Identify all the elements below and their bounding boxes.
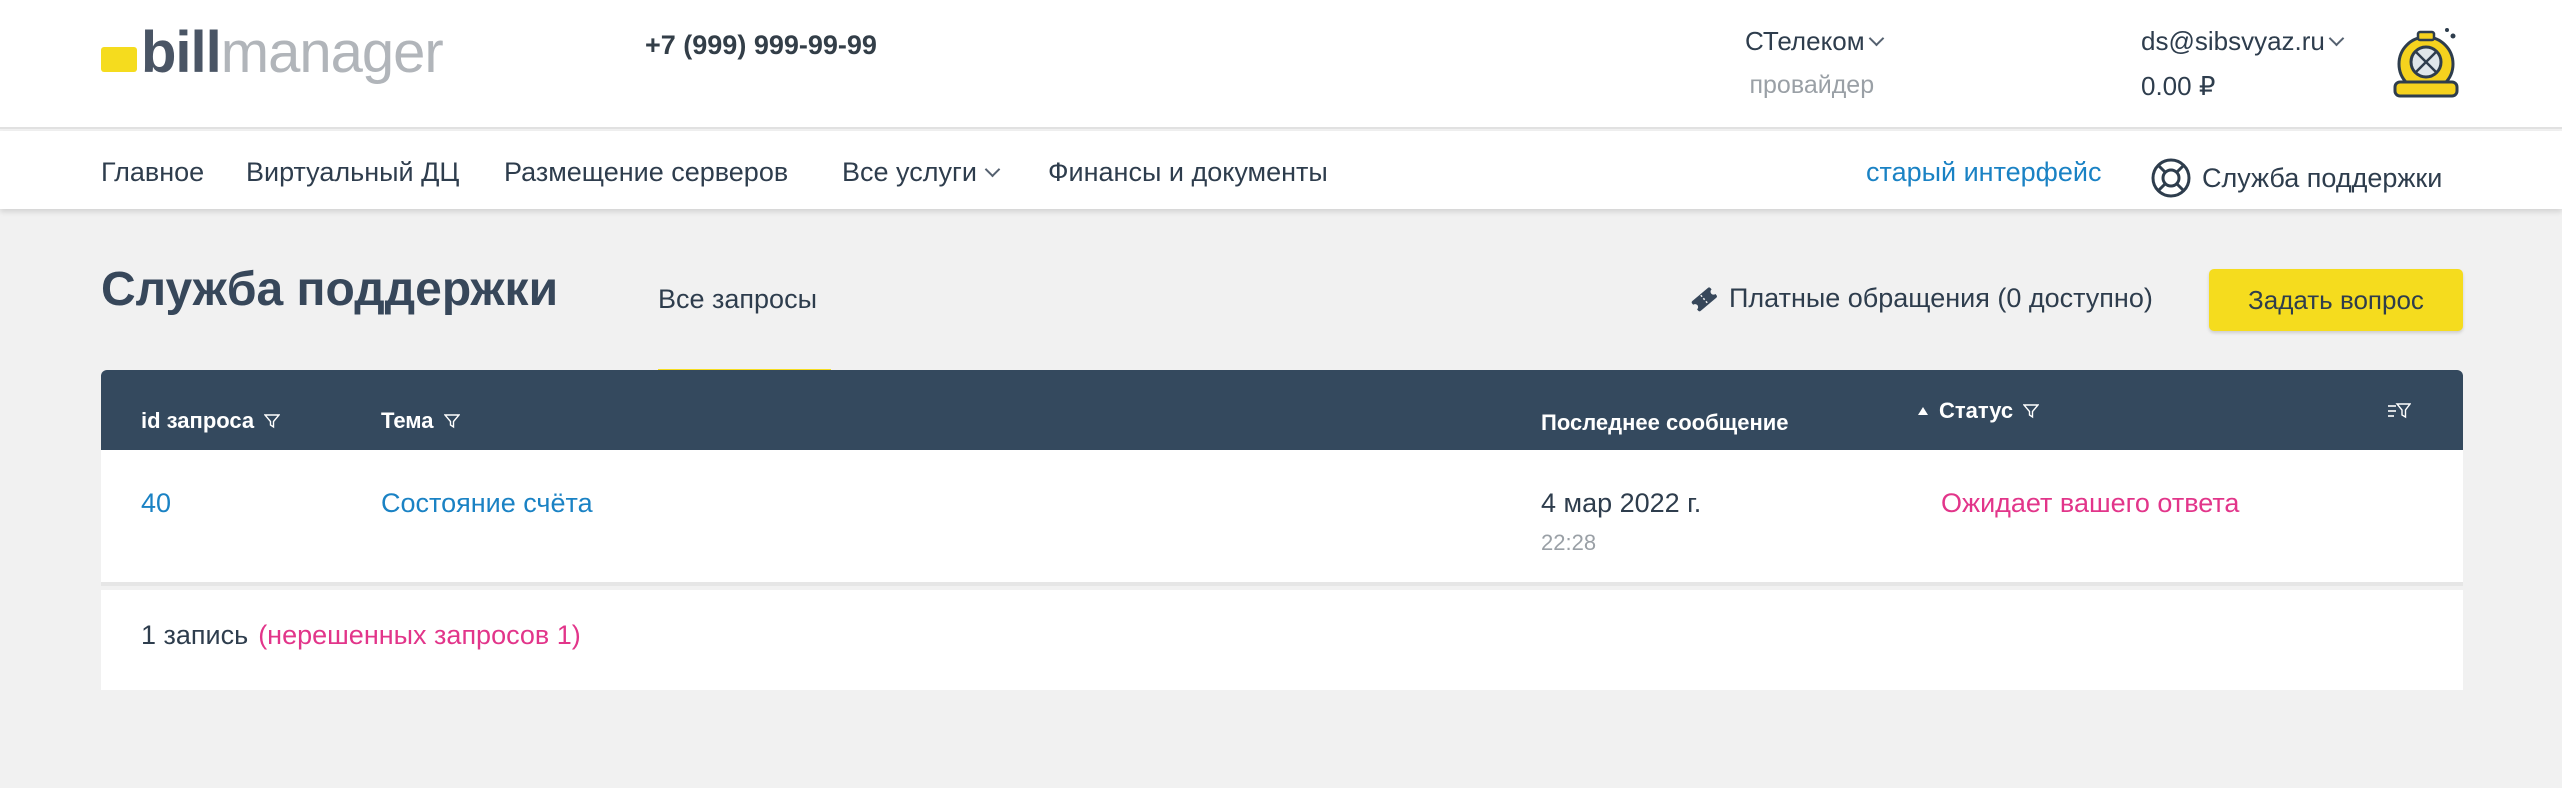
- diver-avatar-icon[interactable]: [2387, 24, 2465, 102]
- provider-selector[interactable]: СТелеком провайдер: [1745, 26, 1884, 100]
- nav-item-support[interactable]: Служба поддержки: [2150, 157, 2442, 199]
- nav-item-finance[interactable]: Финансы и документы: [1048, 157, 1328, 188]
- requests-table: id запроса Тема Последнее сообщение Стат…: [101, 370, 2463, 690]
- paid-requests-link[interactable]: Платные обращения (0 доступно): [1689, 283, 2153, 314]
- provider-subtitle: провайдер: [1749, 71, 1875, 99]
- chevron-down-icon: [1868, 30, 1884, 47]
- record-count: 1 запись (нерешенных запросов 1): [141, 620, 581, 651]
- ticket-icon: [1691, 287, 1717, 311]
- account-balance: 0.00 ₽: [2141, 71, 2216, 101]
- filter-icon[interactable]: [443, 413, 460, 429]
- column-header-id-label: id запроса: [141, 408, 255, 433]
- table-footer: 1 запись (нерешенных запросов 1): [101, 590, 2463, 690]
- page-title: Служба поддержки: [101, 263, 559, 316]
- tab-all-requests[interactable]: Все запросы: [658, 284, 817, 315]
- column-header-id[interactable]: id запроса: [141, 408, 281, 434]
- logo-text-bill: bill: [141, 19, 222, 85]
- chevron-down-icon: [2328, 30, 2345, 47]
- sort-ascending-icon: [1918, 407, 1928, 415]
- nav-item-all-services-label: Все услуги: [842, 157, 977, 187]
- last-message-date: 4 мар 2022 г.: [1541, 488, 1702, 518]
- nav-item-all-services[interactable]: Все услуги: [842, 157, 1001, 188]
- table-row[interactable]: 40 Состояние счёта 4 мар 2022 г. 22:28 О…: [101, 450, 2463, 586]
- account-email-row[interactable]: ds@sibsvyaz.ru: [2141, 26, 2345, 57]
- request-subject[interactable]: Состояние счёта: [381, 488, 593, 519]
- request-id[interactable]: 40: [141, 488, 171, 519]
- main-navigation: Главное Виртуальный ДЦ Размещение сервер…: [0, 131, 2562, 209]
- chevron-down-icon: [984, 161, 1001, 178]
- top-header: bill manager +7 (999) 999-99-99 СТелеком…: [0, 0, 2562, 129]
- nav-item-home[interactable]: Главное: [101, 157, 204, 188]
- nav-item-virtual-dc[interactable]: Виртуальный ДЦ: [246, 157, 459, 188]
- billmanager-logo[interactable]: bill manager: [101, 20, 444, 85]
- paid-requests-label: Платные обращения (0 доступно): [1729, 283, 2153, 313]
- provider-name: СТелеком: [1745, 26, 1865, 56]
- column-header-status-label: Статус: [1939, 398, 2014, 423]
- ask-question-button[interactable]: Задать вопрос: [2209, 269, 2463, 331]
- account-email: ds@sibsvyaz.ru: [2141, 26, 2325, 56]
- column-header-status[interactable]: Статус: [1917, 398, 2040, 424]
- support-phone: +7 (999) 999-99-99: [645, 30, 877, 60]
- old-interface-link[interactable]: старый интерфейс: [1866, 157, 2102, 188]
- column-header-last-message[interactable]: Последнее сообщение: [1541, 410, 1789, 436]
- nav-item-support-label: Служба поддержки: [2202, 162, 2443, 193]
- column-settings-icon[interactable]: [2387, 402, 2411, 420]
- record-count-label: 1 запись: [141, 620, 249, 650]
- last-message-time: 22:28: [1541, 530, 1597, 555]
- nav-item-colocation[interactable]: Размещение серверов: [504, 157, 788, 188]
- request-status: Ожидает вашего ответа: [1941, 488, 2240, 518]
- provider-name-row[interactable]: СТелеком: [1745, 26, 1884, 57]
- logo-mark: [101, 46, 137, 72]
- filter-icon[interactable]: [2023, 403, 2040, 419]
- logo-text-manager: manager: [220, 19, 444, 85]
- column-header-subject-label: Тема: [381, 408, 434, 433]
- unresolved-count: (нерешенных запросов 1): [258, 620, 581, 650]
- lifebuoy-icon: [2151, 158, 2191, 198]
- filter-icon[interactable]: [264, 413, 281, 429]
- table-header: id запроса Тема Последнее сообщение Стат…: [101, 370, 2463, 450]
- account-menu[interactable]: ds@sibsvyaz.ru 0.00 ₽: [2141, 26, 2345, 102]
- column-header-subject[interactable]: Тема: [381, 408, 460, 434]
